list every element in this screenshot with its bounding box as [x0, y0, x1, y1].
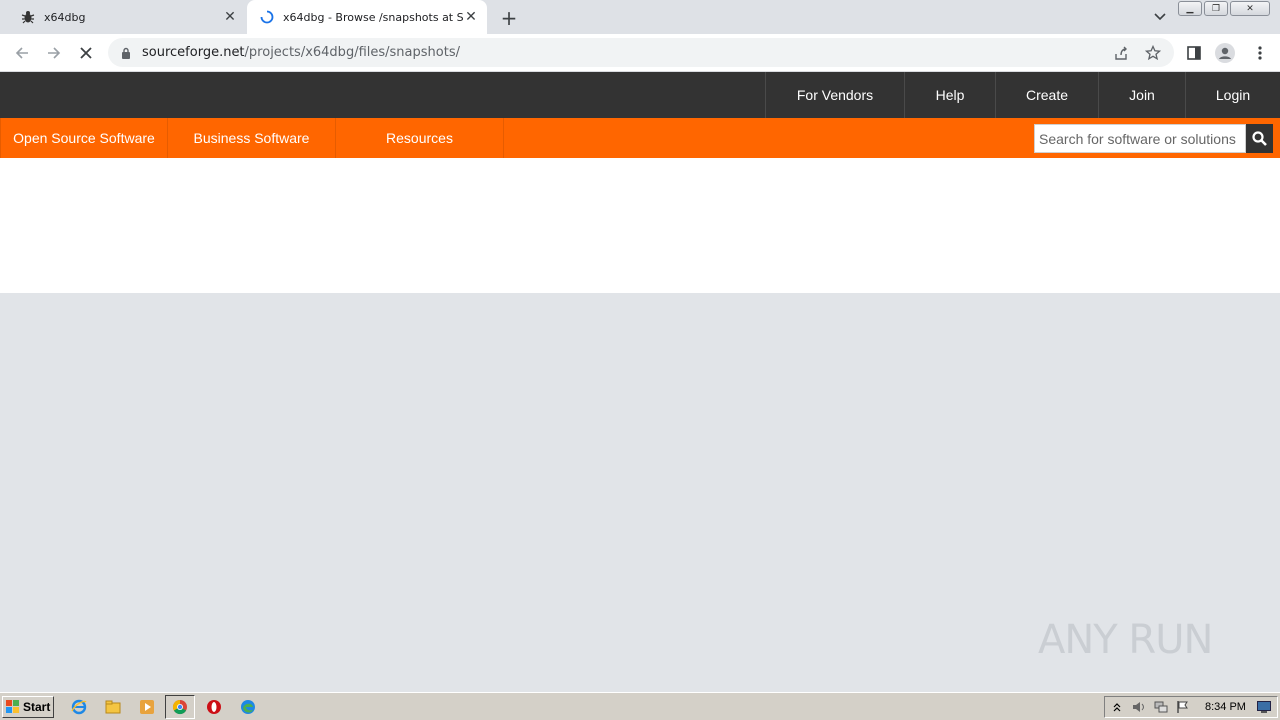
internet-explorer-icon[interactable] — [70, 698, 88, 716]
forward-icon[interactable] — [43, 42, 65, 64]
profile-icon[interactable] — [1214, 42, 1236, 64]
create-link[interactable]: Create — [995, 72, 1098, 118]
network-icon[interactable] — [1153, 699, 1169, 715]
help-link[interactable]: Help — [904, 72, 995, 118]
tab-title: x64dbg - Browse /snapshots at Sour — [283, 10, 463, 24]
share-icon[interactable] — [1112, 44, 1130, 62]
browser-toolbar: sourceforge.net/projects/x64dbg/files/sn… — [0, 34, 1280, 72]
stop-loading-icon[interactable] — [75, 42, 97, 64]
nav-resources[interactable]: Resources — [336, 118, 504, 158]
loading-spinner-icon — [259, 9, 275, 25]
start-label: Start — [23, 700, 51, 714]
url-path: /projects/x64dbg/files/snapshots/ — [244, 45, 460, 60]
tab-x64dbg[interactable]: x64dbg ✕ — [0, 0, 246, 34]
address-bar[interactable]: sourceforge.net/projects/x64dbg/files/sn… — [108, 38, 1174, 67]
star-icon[interactable] — [1144, 44, 1162, 62]
chrome-taskbar-button[interactable] — [165, 695, 195, 719]
sf-header: For Vendors Help Create Join Login — [0, 72, 1280, 118]
url-host: sourceforge.net — [142, 45, 245, 60]
system-tray: 8:34 PM — [1104, 696, 1278, 718]
close-window-button[interactable]: ✕ — [1230, 1, 1270, 16]
anyrun-watermark: ANY RUN — [1038, 608, 1234, 672]
nav-business-software[interactable]: Business Software — [168, 118, 336, 158]
clock: 8:34 PM — [1205, 701, 1246, 713]
tray-expand-icon[interactable] — [1109, 699, 1125, 715]
tab-title: x64dbg — [44, 10, 86, 24]
content-banner-area — [0, 158, 1280, 293]
folder-icon[interactable] — [104, 698, 122, 716]
login-link[interactable]: Login — [1185, 72, 1280, 118]
chrome-icon — [172, 699, 187, 715]
sf-top-links: For Vendors Help Create Join Login — [765, 72, 1280, 118]
for-vendors-link[interactable]: For Vendors — [765, 72, 904, 118]
edge-icon[interactable] — [239, 698, 257, 716]
chevron-down-icon[interactable] — [1150, 8, 1170, 26]
restore-button[interactable]: ❐ — [1204, 1, 1228, 16]
volume-icon[interactable] — [1131, 699, 1147, 715]
show-desktop-icon[interactable] — [1256, 699, 1272, 715]
back-icon[interactable] — [11, 42, 33, 64]
taskbar: Start 8:34 PM — [0, 692, 1280, 720]
side-panel-icon[interactable] — [1183, 42, 1205, 64]
search-button[interactable] — [1246, 124, 1273, 153]
join-link[interactable]: Join — [1098, 72, 1185, 118]
window-controls: ▁ ❐ ✕ — [1178, 1, 1270, 16]
close-icon[interactable]: ✕ — [222, 9, 238, 25]
search-input[interactable] — [1034, 124, 1246, 153]
search-icon — [1252, 131, 1267, 146]
watermark-text: ANY RUN — [1038, 617, 1213, 663]
lock-icon[interactable] — [120, 46, 132, 60]
opera-icon[interactable] — [205, 698, 223, 716]
url-text: sourceforge.net/projects/x64dbg/files/sn… — [142, 45, 460, 60]
new-tab-button[interactable]: + — [498, 6, 520, 30]
bug-icon — [20, 9, 36, 25]
close-icon[interactable]: ✕ — [463, 9, 479, 25]
menu-icon[interactable] — [1249, 42, 1271, 64]
media-player-icon[interactable] — [138, 698, 156, 716]
start-button[interactable]: Start — [2, 696, 54, 718]
nav-open-source-software[interactable]: Open Source Software — [0, 118, 168, 158]
windows-logo-icon — [6, 700, 19, 713]
minimize-button[interactable]: ▁ — [1178, 1, 1202, 16]
flag-icon[interactable] — [1175, 699, 1191, 715]
tab-sourceforge[interactable]: x64dbg - Browse /snapshots at Sour ✕ — [247, 0, 487, 34]
tab-strip: x64dbg ✕ x64dbg - Browse /snapshots at S… — [0, 0, 1280, 34]
